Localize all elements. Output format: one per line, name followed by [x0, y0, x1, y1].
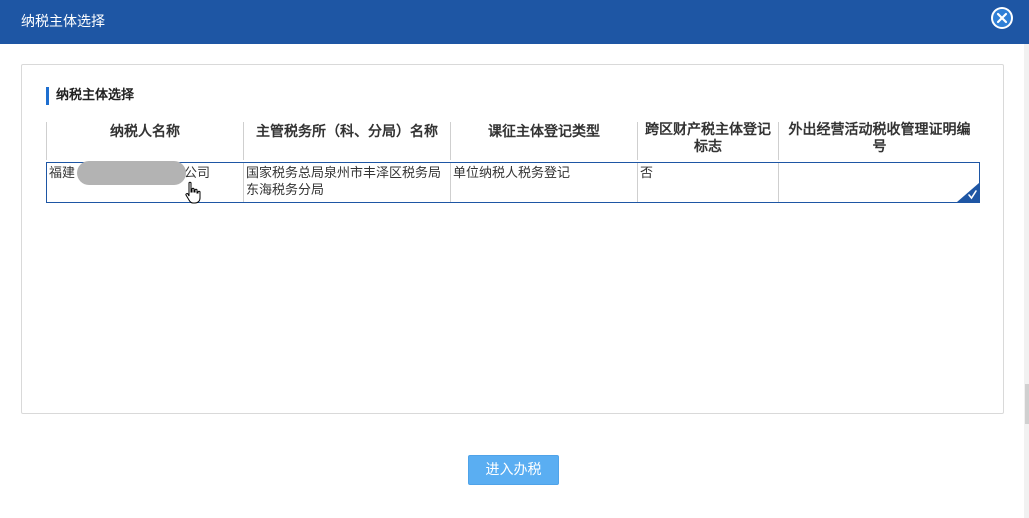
selected-check-icon [957, 183, 979, 202]
header-cross-region-flag: 跨区财产税主体登记标志 [638, 122, 779, 160]
cell-registration-type[interactable]: 单位纳税人税务登记 [451, 163, 638, 202]
close-button[interactable] [991, 7, 1013, 29]
header-taxpayer-name: 纳税人名称 [46, 122, 244, 160]
header-tax-office: 主管税务所（科、分局）名称 [244, 122, 451, 160]
table-header: 纳税人名称 主管税务所（科、分局）名称 课征主体登记类型 跨区财产税主体登记标志… [46, 122, 980, 160]
taxpayer-name-prefix: 福建 [49, 166, 76, 181]
close-icon [996, 12, 1008, 24]
section-title: 纳税主体选择 [46, 87, 134, 105]
scrollbar-thumb[interactable] [1025, 384, 1029, 424]
enter-tax-button[interactable]: 进入办税 [468, 455, 559, 485]
cell-outbound-cert-no[interactable] [779, 163, 979, 202]
header-outbound-cert-no: 外出经营活动税收管理证明编号 [788, 122, 971, 155]
dialog-titlebar: 纳税主体选择 [0, 0, 1029, 44]
cell-cross-region-flag[interactable]: 否 [638, 163, 779, 202]
header-registration-type: 课征主体登记类型 [451, 122, 638, 160]
hand-pointer-icon [185, 181, 201, 204]
dialog-title: 纳税主体选择 [21, 14, 105, 30]
scrollbar-track[interactable] [1024, 44, 1029, 518]
cell-tax-office[interactable]: 国家税务总局泉州市丰泽区税务局东海税务分局 [244, 163, 451, 202]
redacted-text [77, 161, 186, 185]
taxpayer-name-suffix: 公司 [184, 166, 211, 181]
content-panel [21, 64, 1004, 414]
